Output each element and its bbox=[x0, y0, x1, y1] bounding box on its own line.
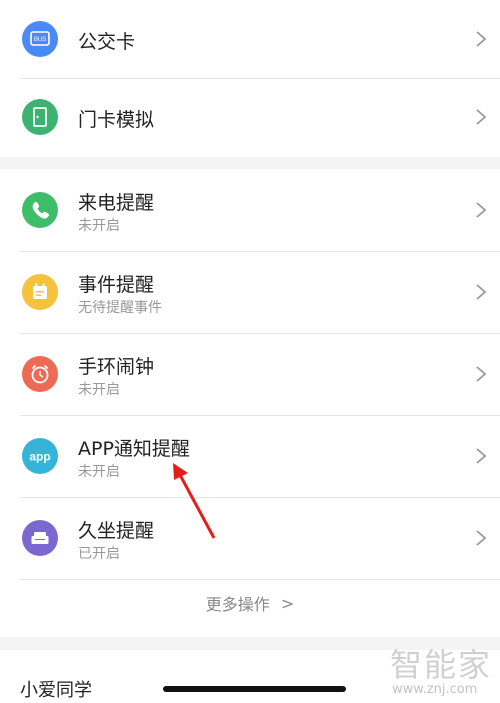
row-door-card[interactable]: 门卡模拟 bbox=[0, 79, 500, 157]
sedentary-reminder-status: 已开启 bbox=[78, 546, 120, 562]
chevron-right-icon bbox=[476, 202, 487, 218]
sedentary-reminder-title: 久坐提醒 bbox=[78, 520, 155, 542]
top-card: BUS 公交卡 门卡模拟 bbox=[0, 0, 500, 157]
bus-card-title: 公交卡 bbox=[78, 31, 136, 53]
chevron-right-icon bbox=[476, 109, 487, 125]
sofa-icon bbox=[22, 520, 58, 556]
door-card-title: 门卡模拟 bbox=[78, 109, 155, 131]
home-indicator[interactable] bbox=[163, 686, 346, 692]
chevron-right-icon bbox=[476, 448, 487, 464]
divider bbox=[20, 579, 500, 580]
row-call-reminder[interactable]: 来电提醒 未开启 bbox=[0, 169, 500, 251]
band-alarm-status: 未开启 bbox=[78, 382, 120, 398]
annotation-arrow bbox=[173, 463, 216, 539]
chevron-right-icon bbox=[476, 284, 487, 300]
call-reminder-title: 来电提醒 bbox=[78, 192, 155, 214]
app-icon-text: app bbox=[29, 450, 50, 464]
more-actions-label: 更多操作 bbox=[205, 595, 270, 614]
app-notification-title: APP通知提醒 bbox=[78, 438, 190, 460]
bus-card-icon-text: BUS bbox=[34, 37, 46, 43]
alarm-clock-icon bbox=[22, 356, 58, 392]
reminders-card: 来电提醒 未开启 事件提醒 无待提醒事件 手环闹钟 未开启 app APP通知提… bbox=[0, 169, 500, 637]
door-card-icon bbox=[22, 99, 58, 135]
more-actions-button[interactable]: 更多操作 > bbox=[0, 591, 500, 623]
watermark-url: www.znj.com bbox=[392, 682, 478, 697]
chevron-right-icon bbox=[476, 366, 487, 382]
call-reminder-status: 未开启 bbox=[78, 218, 120, 234]
xiaoai-title: 小爱同学 bbox=[20, 680, 92, 701]
watermark: 智能家 www.znj.com bbox=[390, 640, 500, 700]
event-reminder-title: 事件提醒 bbox=[78, 274, 155, 296]
band-alarm-title: 手环闹钟 bbox=[78, 356, 155, 378]
chevron-right-icon bbox=[476, 31, 487, 47]
row-event-reminder[interactable]: 事件提醒 无待提醒事件 bbox=[0, 251, 500, 333]
row-app-notification[interactable]: app APP通知提醒 未开启 bbox=[0, 415, 500, 497]
watermark-text: 智能家 bbox=[390, 646, 493, 684]
row-bus-card[interactable]: BUS 公交卡 bbox=[0, 0, 500, 78]
calendar-icon bbox=[22, 274, 58, 310]
chevron-right-icon: > bbox=[280, 593, 295, 613]
app-icon: app bbox=[22, 438, 58, 474]
phone-icon bbox=[22, 192, 58, 228]
bus-card-icon: BUS bbox=[22, 21, 58, 57]
event-reminder-status: 无待提醒事件 bbox=[78, 300, 162, 316]
app-notification-status: 未开启 bbox=[78, 464, 120, 480]
row-band-alarm[interactable]: 手环闹钟 未开启 bbox=[0, 333, 500, 415]
row-sedentary-reminder[interactable]: 久坐提醒 已开启 bbox=[0, 497, 500, 579]
chevron-right-icon bbox=[476, 530, 487, 546]
